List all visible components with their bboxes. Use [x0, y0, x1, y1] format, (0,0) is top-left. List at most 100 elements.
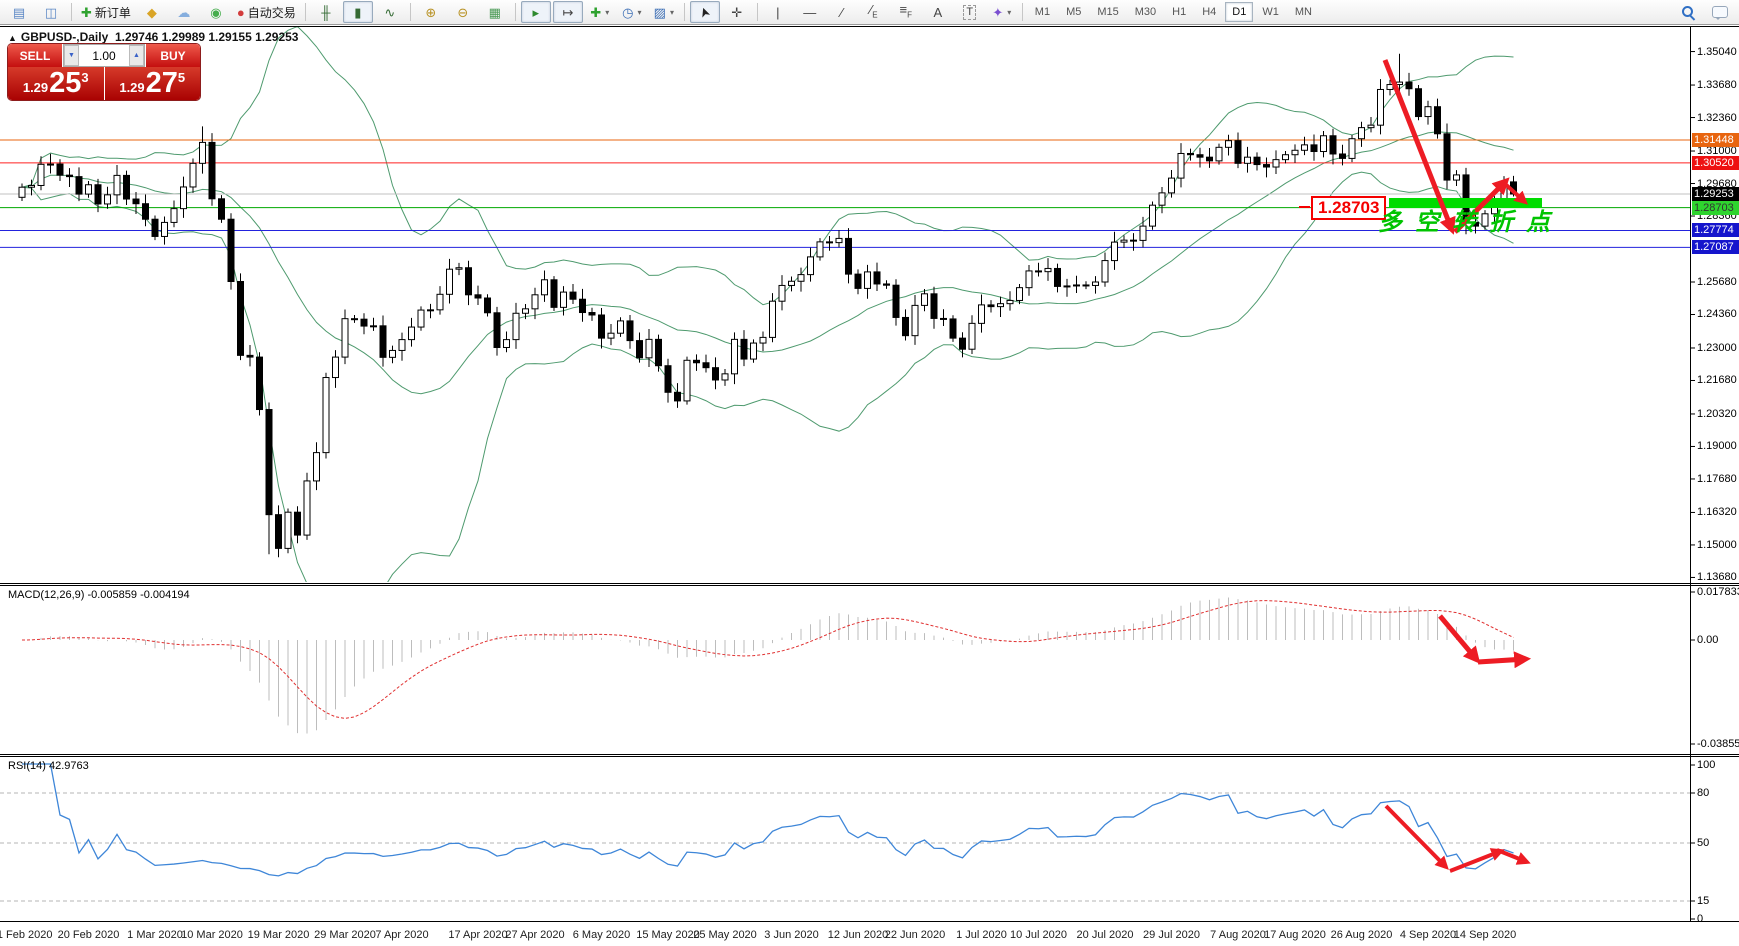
- charts-window-icon[interactable]: ▤: [4, 1, 34, 23]
- arrows-icon-dropdown[interactable]: ▾: [1007, 8, 1011, 17]
- timeframe-m1[interactable]: M1: [1028, 2, 1057, 22]
- volume-input[interactable]: [79, 45, 129, 66]
- chat-icon[interactable]: [1705, 1, 1735, 23]
- candlestick-chart-icon: ▮: [354, 4, 362, 20]
- community-icon[interactable]: ☁: [169, 1, 199, 23]
- bar-chart-icon: ╫: [321, 4, 331, 20]
- rsi-tick-label: 100: [1697, 759, 1716, 771]
- toolbar-separator: [304, 3, 306, 21]
- templates-icon-dropdown[interactable]: ▾: [670, 8, 674, 17]
- sell-price-pip: 3: [81, 70, 89, 85]
- search-icon: [1681, 5, 1695, 19]
- chart-shift-icon[interactable]: ↦: [552, 1, 583, 23]
- macd-tick-label: 0.00: [1697, 634, 1719, 646]
- timeframe-mn[interactable]: MN: [1288, 2, 1319, 22]
- zoom-out-icon: ⊖: [457, 4, 469, 20]
- price-tick-label: 1.35040: [1697, 45, 1737, 58]
- rsi-indicator-label: RSI(14) 42.9763: [8, 760, 89, 772]
- timeframe-m5[interactable]: M5: [1059, 2, 1088, 22]
- periods-icon[interactable]: ◷ ▾: [617, 1, 647, 23]
- line-chart-icon: ∿: [384, 4, 396, 20]
- date-tick-label: 7 Apr 2020: [375, 929, 429, 941]
- sell-price-display[interactable]: 1.29 25 3: [8, 67, 104, 100]
- horizontal-line-icon[interactable]: —: [795, 1, 825, 23]
- toolbar: ▤ ◫ ✚ 新订单 ◆ ☁ ◉ ● 自动交易 ╫ ▮ ∿ ⊕ ⊖ ▦ ▸ ↦ ✚ ▾ ◷ ▾ ▨ ▾ ➤ ✛ | — ∕ ∕E ≡F A T ✦…: [0, 0, 1739, 25]
- auto-scroll-icon[interactable]: ▸: [520, 1, 551, 23]
- price-tick-label: 1.17680: [1697, 472, 1737, 485]
- toolbar-separator: [683, 3, 685, 21]
- macd-axis[interactable]: [1690, 585, 1739, 755]
- new-order-button[interactable]: ✚ 新订单: [77, 1, 135, 23]
- buy-price-pip: 5: [177, 70, 186, 85]
- autotrading-button-label: 自动交易: [247, 5, 296, 20]
- date-tick-label: 1 Jul 2020: [956, 929, 1007, 941]
- buy-price-display[interactable]: 1.29 27 5: [104, 67, 200, 100]
- price-line-badge: 1.31448: [1692, 132, 1739, 147]
- channel-icon: ∕E: [870, 1, 878, 20]
- periods-icon: ◷: [622, 4, 634, 20]
- price-level-flag[interactable]: 1.28703: [1311, 196, 1387, 220]
- indicators-icon[interactable]: ✚ ▾: [585, 1, 615, 23]
- sell-button[interactable]: SELL: [8, 44, 62, 67]
- one-click-trading-panel[interactable]: SELL ▼ ▲ BUY 1.29253 1.29275: [8, 44, 200, 100]
- timeframe-m15[interactable]: M15: [1090, 2, 1125, 22]
- price-line-badge: 1.29253: [1692, 187, 1739, 202]
- candlestick-chart-icon[interactable]: ▮: [342, 1, 373, 23]
- text-icon[interactable]: A: [923, 1, 953, 23]
- date-tick-label: 12 Jun 2020: [827, 929, 889, 941]
- price-line-badge: 1.27774: [1692, 223, 1739, 238]
- zoom-out-icon[interactable]: ⊖: [448, 1, 478, 23]
- buy-button[interactable]: BUY: [146, 44, 200, 67]
- timeframe-h1[interactable]: H1: [1165, 2, 1193, 22]
- timeframe-d1[interactable]: D1: [1225, 2, 1254, 22]
- sell-price-big: 25: [49, 67, 82, 99]
- periods-icon-dropdown[interactable]: ▾: [637, 8, 641, 17]
- new-order-button: ✚: [81, 4, 92, 20]
- vertical-line-icon[interactable]: |: [763, 1, 793, 23]
- search-icon[interactable]: [1673, 1, 1703, 23]
- date-tick-label: 22 Jun 2020: [884, 929, 946, 941]
- cursor-icon[interactable]: ➤: [689, 1, 720, 23]
- bull-bear-turning-point-note[interactable]: 多空转折点: [1378, 202, 1563, 237]
- zoom-in-icon[interactable]: ⊕: [416, 1, 446, 23]
- collapse-ohlc-icon[interactable]: ▲: [8, 33, 17, 43]
- autotrading-button[interactable]: ● 自动交易: [233, 1, 300, 23]
- date-tick-label: 3 Jun 2020: [764, 929, 819, 941]
- bar-chart-icon[interactable]: ╫: [311, 1, 341, 23]
- strategy-tester-icon[interactable]: ◫: [36, 1, 66, 23]
- crosshair-icon[interactable]: ✛: [722, 1, 752, 23]
- price-axis[interactable]: [1690, 26, 1739, 583]
- channel-icon[interactable]: ∕E: [859, 1, 889, 23]
- timeframe-w1[interactable]: W1: [1255, 2, 1286, 22]
- horizontal-line-icon: —: [803, 4, 817, 20]
- symbol-period-label: GBPUSD-,Daily: [20, 30, 109, 44]
- line-chart-icon[interactable]: ∿: [375, 1, 405, 23]
- date-tick-label: 20 Feb 2020: [57, 929, 120, 941]
- signals-icon[interactable]: ◉: [201, 1, 231, 23]
- volume-increase-button[interactable]: ▲: [129, 45, 144, 66]
- arrows-icon[interactable]: ✦ ▾: [987, 1, 1017, 23]
- volume-stepper[interactable]: ▼ ▲: [63, 44, 145, 67]
- timeframe-m30[interactable]: M30: [1128, 2, 1163, 22]
- market-icon[interactable]: ◆: [137, 1, 167, 23]
- volume-decrease-button[interactable]: ▼: [64, 45, 79, 66]
- date-tick-label: 26 Aug 2020: [1330, 929, 1393, 941]
- fibonacci-icon[interactable]: ≡F: [891, 1, 921, 23]
- charts-window-icon: ▤: [12, 4, 26, 20]
- tile-windows-icon[interactable]: ▦: [480, 1, 510, 23]
- templates-icon[interactable]: ▨ ▾: [649, 1, 679, 23]
- price-tick-label: 1.20320: [1697, 407, 1737, 420]
- chart-canvas[interactable]: [0, 0, 1739, 946]
- text-label-icon[interactable]: T: [955, 1, 985, 23]
- date-tick-label: 15 May 2020: [636, 929, 700, 941]
- buy-price-prefix: 1.29: [119, 80, 145, 95]
- date-tick-label: 17 Aug 2020: [1264, 929, 1326, 941]
- timeframe-h4[interactable]: H4: [1195, 2, 1223, 22]
- price-tick-label: 1.24360: [1697, 308, 1737, 321]
- date-tick-label: 4 Sep 2020: [1399, 929, 1457, 941]
- toolbar-separator: [409, 3, 411, 21]
- date-tick-label: 10 Jul 2020: [1010, 929, 1067, 941]
- price-tick-label: 1.23000: [1697, 341, 1737, 354]
- indicators-icon-dropdown[interactable]: ▾: [605, 8, 609, 17]
- trendline-icon[interactable]: ∕: [827, 1, 857, 23]
